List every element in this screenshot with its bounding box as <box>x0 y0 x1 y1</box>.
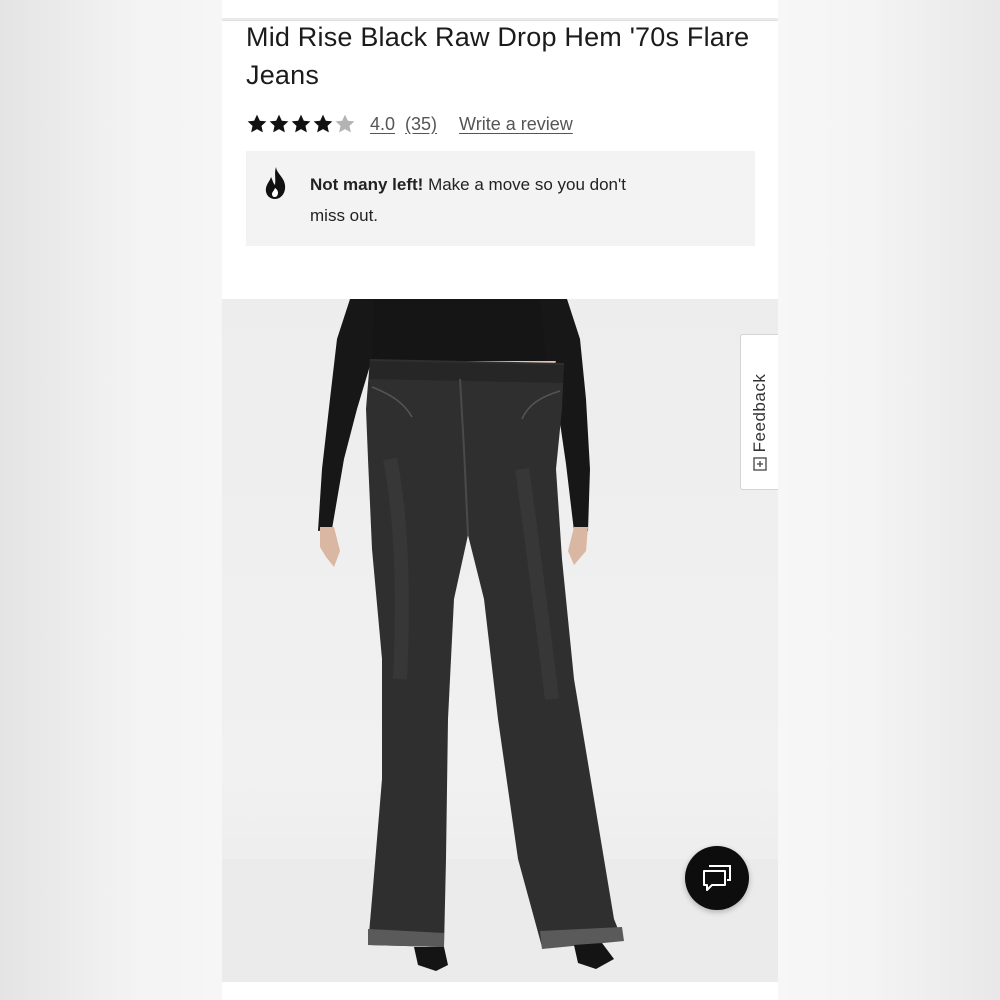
feedback-label: Feedback <box>750 373 769 453</box>
write-review-link[interactable]: Write a review <box>459 114 573 135</box>
rating-row: 4.0 (35) Write a review <box>246 110 573 138</box>
star-filled-icon <box>291 114 311 133</box>
feedback-tab[interactable]: Feedback <box>740 334 778 490</box>
plus-box-icon <box>753 457 767 471</box>
star-filled-icon <box>269 114 289 133</box>
star-filled-icon <box>313 114 333 133</box>
chat-bubbles-icon <box>703 865 731 891</box>
footer-edge <box>222 982 778 1000</box>
right-margin <box>778 0 1000 1000</box>
product-page: Mid Rise Black Raw Drop Hem '70s Flare J… <box>222 0 778 1000</box>
star-filled-icon <box>247 114 267 133</box>
alert-title: Not many left! <box>310 175 424 194</box>
star-empty-icon <box>335 114 355 133</box>
review-count-link[interactable]: (35) <box>405 114 437 135</box>
rating-stars[interactable] <box>246 113 356 135</box>
chat-button[interactable] <box>685 846 749 910</box>
rating-value-link[interactable]: 4.0 <box>370 114 395 135</box>
flame-icon <box>265 167 286 199</box>
product-title: Mid Rise Black Raw Drop Hem '70s Flare J… <box>246 22 750 90</box>
left-margin <box>0 0 222 1000</box>
low-stock-alert: Not many left! Make a move so you don't … <box>246 151 755 246</box>
